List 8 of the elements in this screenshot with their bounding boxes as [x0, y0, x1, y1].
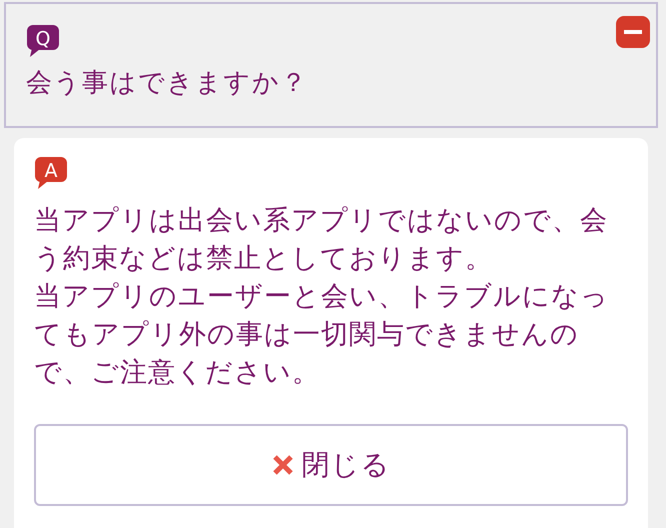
answer-text: 当アプリのユーザーと会い、トラブルになってもアプリ外の事は一切関与できませんので、ご注意ください。 [34, 280, 610, 390]
answer-text: 当アプリは出会い系アプリではないので、会う約束などは禁止としております。 [34, 204, 609, 276]
question-panel[interactable]: Q 会う事はできますか？ [4, 4, 658, 128]
collapse-button[interactable] [616, 16, 650, 48]
minus-icon [624, 30, 642, 34]
close-icon [272, 454, 294, 476]
question-text: 会う事はできますか？ [26, 67, 309, 100]
close-button[interactable]: 閉じる [34, 424, 628, 506]
